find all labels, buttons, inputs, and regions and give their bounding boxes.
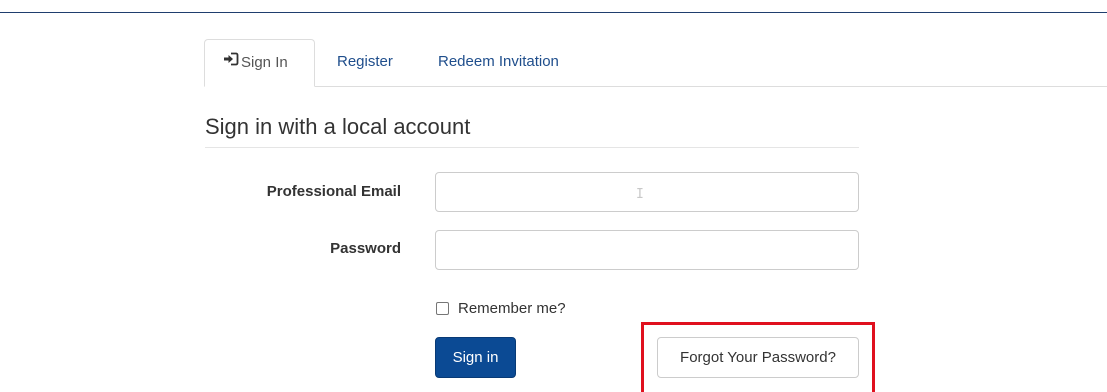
tab-register[interactable]: Register (337, 39, 393, 85)
tab-sign-in-label: Sign In (241, 54, 288, 71)
forgot-password-button[interactable]: Forgot Your Password? (657, 337, 859, 378)
sign-in-button[interactable]: Sign in (435, 337, 516, 378)
login-page: Sign In Register Redeem Invitation Sign … (0, 0, 1107, 392)
form-heading: Sign in with a local account (205, 114, 471, 139)
password-label: Password (330, 240, 401, 257)
remember-me-option[interactable]: Remember me? (436, 298, 566, 318)
auth-tabs: Sign In Register Redeem Invitation (204, 39, 1107, 87)
tab-sign-in[interactable]: Sign In (204, 39, 315, 87)
header-divider (0, 12, 1107, 13)
remember-me-label: Remember me? (458, 299, 566, 317)
remember-me-checkbox[interactable] (436, 301, 449, 315)
email-label: Professional Email (266, 183, 401, 200)
email-field[interactable] (435, 172, 859, 212)
tab-redeem-invitation[interactable]: Redeem Invitation (438, 39, 559, 85)
sign-in-icon (223, 39, 239, 85)
password-field[interactable] (435, 230, 859, 270)
heading-divider (205, 147, 859, 148)
